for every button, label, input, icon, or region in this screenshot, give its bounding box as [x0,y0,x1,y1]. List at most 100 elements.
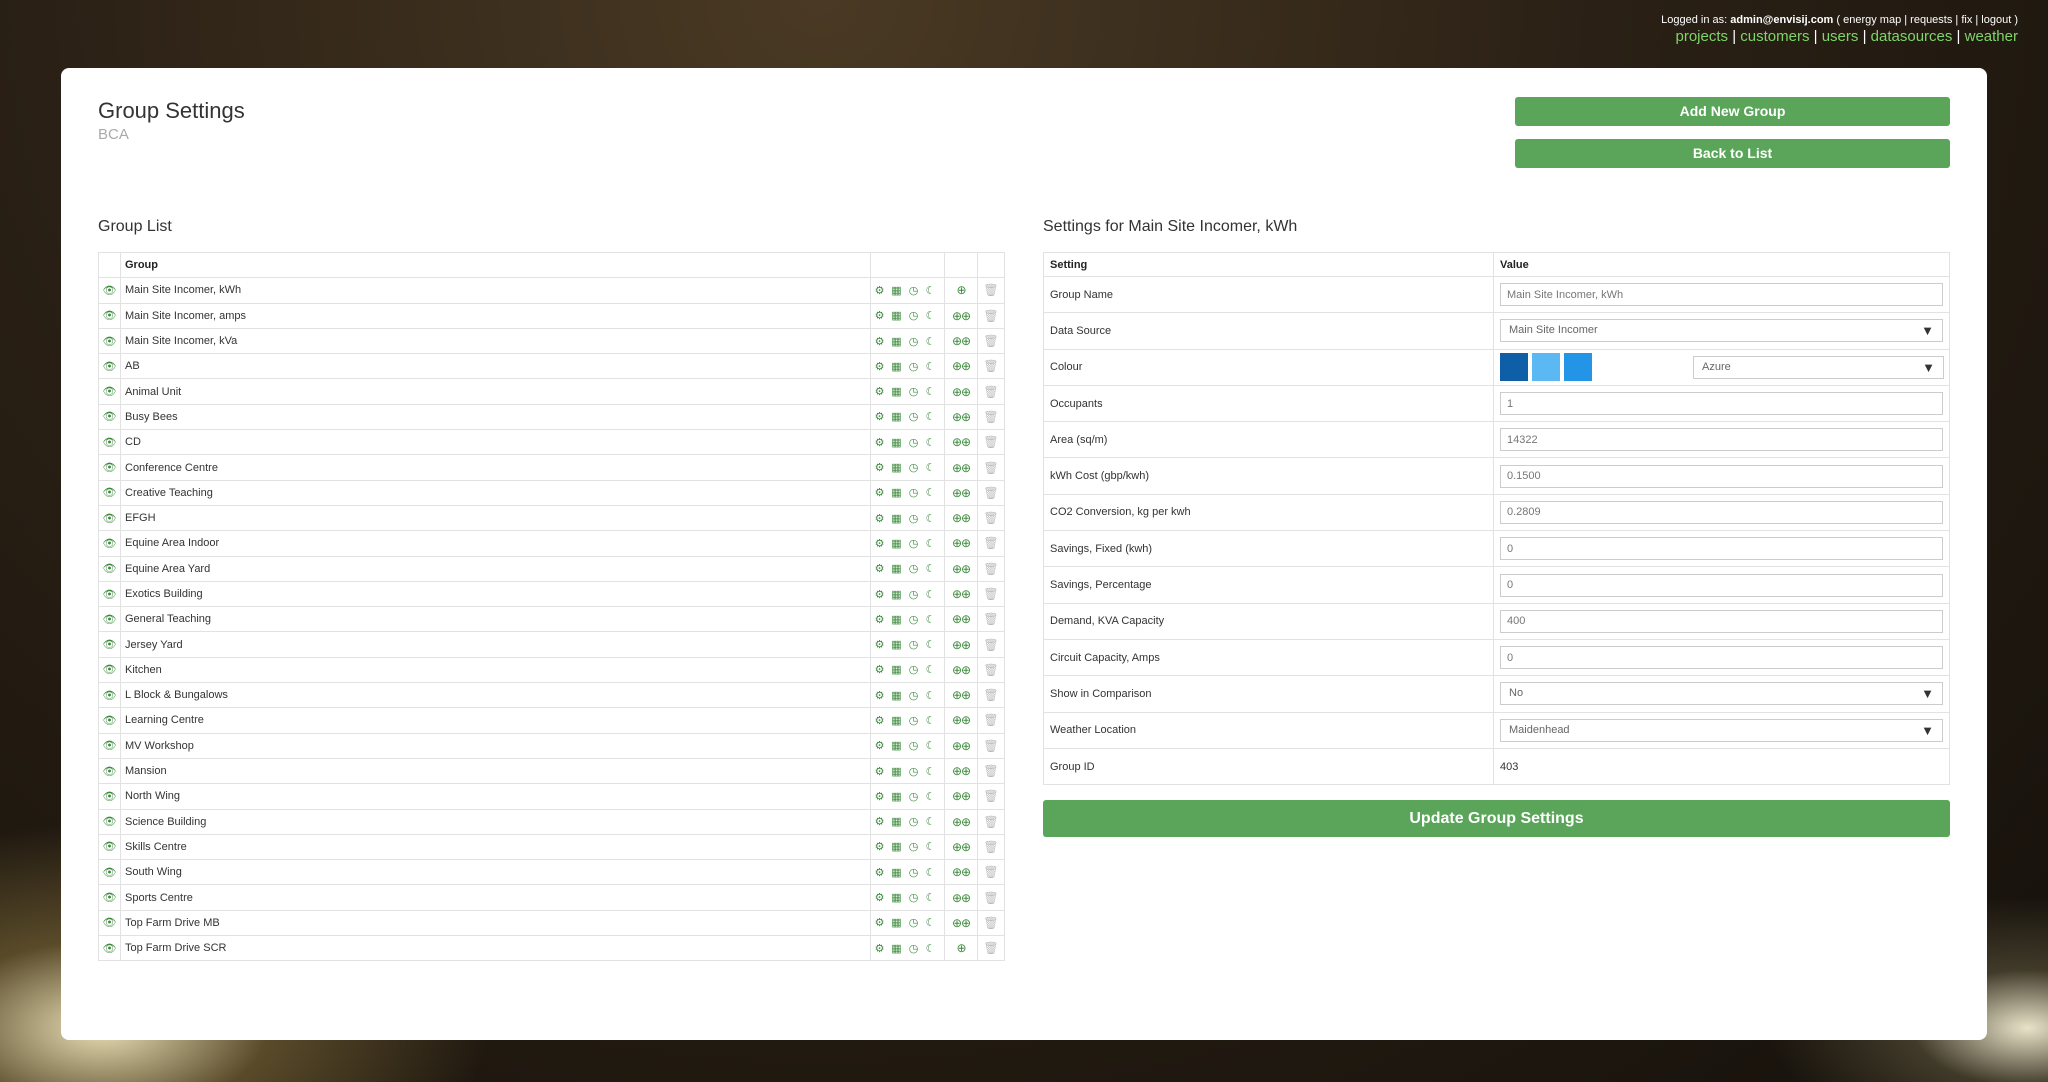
clock-icon[interactable]: ◷ [905,562,922,575]
clock-icon[interactable]: ◷ [905,613,922,626]
gear-icon[interactable]: ⚙ [871,512,888,525]
moon-icon[interactable]: ☾ [922,942,939,955]
moon-icon[interactable]: ☾ [922,436,939,449]
group-name[interactable]: CD [120,429,871,456]
moon-icon[interactable]: ☾ [922,537,939,550]
circuit-capacity-input[interactable] [1500,646,1943,670]
trash-icon[interactable]: 🗑 [983,334,998,348]
calendar-icon[interactable]: ▦ [888,942,905,955]
go-icon[interactable]: ⊕⊕ [952,789,971,803]
go-icon[interactable]: ⊕⊕ [952,688,971,702]
calendar-icon[interactable]: ▦ [888,410,905,423]
trash-icon[interactable]: 🗑 [983,410,998,424]
group-name[interactable]: South Wing [120,859,871,886]
group-name[interactable]: North Wing [120,783,871,810]
calendar-icon[interactable]: ▦ [888,891,905,904]
gear-icon[interactable]: ⚙ [871,942,888,955]
clock-icon[interactable]: ◷ [905,790,922,803]
eye-icon[interactable]: 👁 [103,437,117,449]
gear-icon[interactable]: ⚙ [871,815,888,828]
eye-icon[interactable]: 👁 [103,310,117,322]
moon-icon[interactable]: ☾ [922,335,939,348]
gear-icon[interactable]: ⚙ [871,588,888,601]
group-name[interactable]: Science Building [120,808,871,835]
calendar-icon[interactable]: ▦ [888,689,905,702]
group-name[interactable]: Top Farm Drive MB [120,909,871,937]
eye-icon[interactable]: 👁 [103,285,117,297]
trash-icon[interactable]: 🗑 [983,815,998,829]
group-row[interactable]: 👁 AB ⚙ ▦ ◷ ☾ ⊕⊕ 🗑 [98,353,1005,380]
group-name[interactable]: Mansion [120,757,871,785]
eye-icon[interactable]: 👁 [103,943,117,955]
gear-icon[interactable]: ⚙ [871,335,888,348]
occupants-input[interactable] [1500,392,1943,416]
trash-icon[interactable]: 🗑 [983,865,998,879]
gear-icon[interactable]: ⚙ [871,309,888,322]
show-comparison-select[interactable]: No ▼ [1500,682,1943,706]
group-row[interactable]: 👁 Skills Centre ⚙ ▦ ◷ ☾ ⊕⊕ 🗑 [98,833,1005,861]
group-name[interactable]: Busy Bees [120,403,871,431]
group-row[interactable]: 👁 Mansion ⚙ ▦ ◷ ☾ ⊕⊕ 🗑 [98,757,1005,785]
calendar-icon[interactable]: ▦ [888,815,905,828]
eye-icon[interactable]: 👁 [103,892,117,904]
go-icon[interactable]: ⊕⊕ [952,536,971,550]
calendar-icon[interactable]: ▦ [888,916,905,929]
moon-icon[interactable]: ☾ [922,815,939,828]
trash-icon[interactable]: 🗑 [983,486,998,500]
trash-icon[interactable]: 🗑 [983,789,998,803]
moon-icon[interactable]: ☾ [922,588,939,601]
go-icon[interactable]: ⊕⊕ [952,612,971,626]
go-icon[interactable]: ⊕⊕ [952,764,971,778]
group-row[interactable]: 👁 Animal Unit ⚙ ▦ ◷ ☾ ⊕⊕ 🗑 [98,378,1005,405]
go-icon[interactable]: ⊕⊕ [952,587,971,601]
moon-icon[interactable]: ☾ [922,714,939,727]
calendar-icon[interactable]: ▦ [888,638,905,651]
calendar-icon[interactable]: ▦ [888,486,905,499]
gear-icon[interactable]: ⚙ [871,714,888,727]
trash-icon[interactable]: 🗑 [983,713,998,727]
gear-icon[interactable]: ⚙ [871,790,888,803]
group-row[interactable]: 👁 Kitchen ⚙ ▦ ◷ ☾ ⊕⊕ 🗑 [98,656,1005,684]
gear-icon[interactable]: ⚙ [871,891,888,904]
eye-icon[interactable]: 👁 [103,538,117,550]
go-icon[interactable]: ⊕⊕ [952,840,971,854]
eye-icon[interactable]: 👁 [103,563,117,575]
gear-icon[interactable]: ⚙ [871,663,888,676]
gear-icon[interactable]: ⚙ [871,436,888,449]
eye-icon[interactable]: 👁 [103,664,117,676]
group-name-input[interactable] [1500,283,1943,307]
go-icon[interactable]: ⊕⊕ [952,334,971,348]
calendar-icon[interactable]: ▦ [888,613,905,626]
calendar-icon[interactable]: ▦ [888,562,905,575]
group-row[interactable]: 👁 Conference Centre ⚙ ▦ ◷ ☾ ⊕⊕ 🗑 [98,454,1005,481]
trash-icon[interactable]: 🗑 [983,359,998,373]
gear-icon[interactable]: ⚙ [871,739,888,752]
calendar-icon[interactable]: ▦ [888,461,905,474]
eye-icon[interactable]: 👁 [103,639,117,651]
group-name[interactable]: AB [120,353,871,380]
moon-icon[interactable]: ☾ [922,461,939,474]
clock-icon[interactable]: ◷ [905,360,922,373]
gear-icon[interactable]: ⚙ [871,486,888,499]
gear-icon[interactable]: ⚙ [871,613,888,626]
nav-customers[interactable]: customers [1740,28,1809,45]
user-links[interactable]: ( energy map | requests | fix | logout ) [1836,14,2018,26]
group-row[interactable]: 👁 Busy Bees ⚙ ▦ ◷ ☾ ⊕⊕ 🗑 [98,403,1005,431]
nav-datasources[interactable]: datasources [1871,28,1953,45]
calendar-icon[interactable]: ▦ [888,866,905,879]
clock-icon[interactable]: ◷ [905,891,922,904]
moon-icon[interactable]: ☾ [922,765,939,778]
go-icon[interactable]: ⊕ [956,941,966,955]
group-name[interactable]: L Block & Bungalows [120,682,871,709]
trash-icon[interactable]: 🗑 [983,739,998,753]
gear-icon[interactable]: ⚙ [871,461,888,474]
moon-icon[interactable]: ☾ [922,663,939,676]
go-icon[interactable]: ⊕⊕ [952,385,971,399]
group-name[interactable]: Top Farm Drive SCR [120,935,871,962]
go-icon[interactable]: ⊕⊕ [952,638,971,652]
add-new-group-button[interactable]: Add New Group [1515,97,1950,126]
group-row[interactable]: 👁 L Block & Bungalows ⚙ ▦ ◷ ☾ ⊕⊕ 🗑 [98,682,1005,709]
moon-icon[interactable]: ☾ [922,891,939,904]
eye-icon[interactable]: 👁 [103,766,117,778]
trash-icon[interactable]: 🗑 [983,385,998,399]
